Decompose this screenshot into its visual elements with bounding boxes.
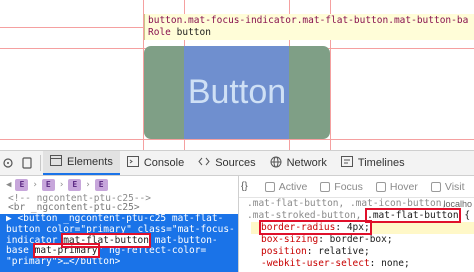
chevron-right-icon: › [32,179,38,190]
page-preview: button.mat-focus-indicator.mat-flat-butt… [0,0,474,150]
dom-node-text: base [6,245,35,257]
tab-label: Elements [67,156,113,168]
annotated-class-mat-flat-button: mat-flat-button [61,232,151,248]
checkbox[interactable] [375,181,386,192]
tab-label: Sources [215,157,256,169]
pseudo-state-label: Focus [334,180,363,193]
device-toolbar-icon[interactable] [16,152,38,174]
tab-network[interactable]: Network [263,151,334,175]
css-value: relative [318,246,364,257]
pseudo-state-focus[interactable]: Focus [320,181,363,193]
rule-brace: { [458,210,471,221]
highlighted-button[interactable]: Button [144,46,330,139]
dom-node-text: " ng-reflect-color= [97,245,207,257]
css-declaration[interactable]: box-sizing: border-box; [239,234,474,246]
tooltip-selector: button.mat-focus-indicator.mat-flat-butt… [148,15,469,26]
braces-icon[interactable]: {} [241,181,248,192]
annotated-selector-mat-flat-button: .mat-flat-button [365,208,461,223]
tooltip-role-value: button [176,27,211,38]
dom-selected-button-node[interactable]: ▶ <button _ngcontent-ptu-c25 mat-flat- b… [0,213,238,272]
css-rule: localho .mat-flat-button, .mat-icon-butt… [239,198,474,270]
tab-console[interactable]: Console [120,151,191,175]
css-value: none [381,258,405,269]
tab-elements[interactable]: Elements [43,151,120,175]
dom-node-text: indicator [6,234,64,246]
css-property: -webkit-user-select [261,258,370,269]
breadcrumb-element-icon[interactable]: E [68,179,82,191]
network-icon [270,156,282,171]
tab-timelines[interactable]: Timelines [334,151,412,175]
tooltip-role-key: Role [148,27,171,38]
rule-selector: .mat-stroked-button, [247,210,368,221]
checkbox[interactable] [430,181,441,192]
css-declaration[interactable]: position: relative; [239,246,474,258]
dom-tree-panel: ◀ E › E › E › E <!--_ngcontent-ptu-c25--… [0,176,238,272]
css-property: border-radius [261,222,336,233]
element-info-tooltip: button.mat-focus-indicator.mat-flat-butt… [144,14,474,40]
sources-icon [198,156,210,170]
console-icon [126,156,139,170]
pseudo-state-label: Active [278,180,308,193]
styles-filter-bar: {} Active Focus Hover Visit [239,176,474,198]
chevron-right-icon: › [85,179,91,190]
breadcrumb-element-icon[interactable]: E [41,179,55,191]
breadcrumb: ◀ E › E › E › E [0,176,238,194]
toolbar-divider [40,155,41,171]
annotated-class-mat-primary: mat-primary [32,243,100,259]
rule-selector: .mat-flat-button, .mat-icon-button, [247,198,448,209]
pseudo-state-active[interactable]: Active [264,180,308,193]
tab-sources[interactable]: Sources [191,151,262,175]
breadcrumb-element-icon[interactable]: E [15,179,29,191]
breadcrumb-element-icon[interactable]: E [94,179,108,191]
dom-node-text: "primary">…</button> [6,256,121,268]
annotated-declaration-border-radius: border-radius: 4px; [259,220,372,235]
pseudo-state-hover[interactable]: Hover [375,180,418,193]
tab-label: Network [286,157,327,169]
button-label: Button [187,73,287,111]
dom-node-text: mat-button- [149,234,218,246]
pseudo-state-label: Hover [389,180,418,193]
css-declaration[interactable]: -webkit-user-select: none; [239,258,474,270]
pseudo-state-visit[interactable]: Visit [430,180,465,193]
rule-source-link[interactable]: localho [443,198,472,210]
chevron-left-icon[interactable]: ◀ [6,180,11,191]
checkbox[interactable] [320,181,331,192]
css-value: border-box [329,234,387,245]
chevron-right-icon: › [58,179,65,190]
pseudo-state-label: Visit [444,180,465,193]
checkbox[interactable] [264,181,275,192]
devtools-toolbar: Elements Console Sources Network Timelin… [0,150,474,176]
tab-label: Console [143,157,185,169]
inspect-icon[interactable] [0,152,16,174]
css-property: box-sizing [261,234,319,245]
elements-icon [50,155,62,169]
css-declaration[interactable]: border-radius: 4px; [251,220,474,235]
timelines-icon [340,156,353,170]
tab-label: Timelines [357,157,405,169]
styles-panel: {} Active Focus Hover Visit localho .mat… [239,176,474,272]
css-property: position [261,246,307,257]
css-value: 4px [346,222,364,233]
guide-line [0,139,474,140]
